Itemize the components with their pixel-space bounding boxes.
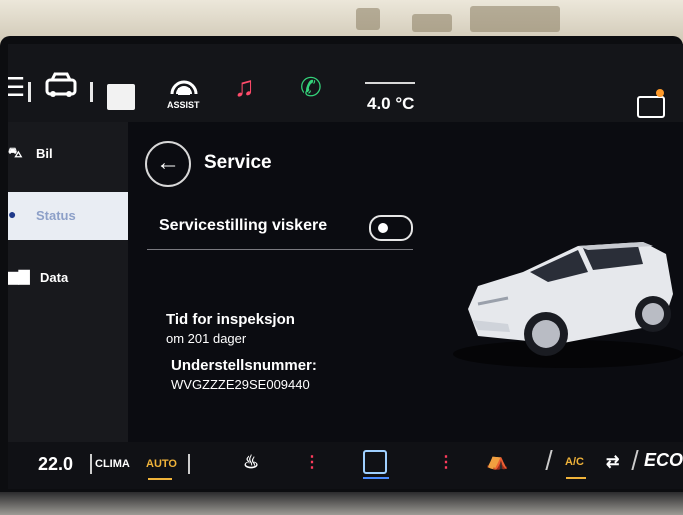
menu-icon[interactable]: ☰ <box>8 72 25 102</box>
wiper-service-toggle[interactable] <box>369 215 413 241</box>
climate-bar: 22.0 CLIMA AUTO ♨ ⋮ ⋮ ⛺ A/C ⇄ ECO <box>8 442 683 489</box>
info-icon: ● <box>8 206 17 222</box>
notification-dot <box>656 89 664 97</box>
assist-label: ASSIST <box>167 100 200 110</box>
music-note-icon[interactable]: ♫ <box>234 72 255 102</box>
wiper-service-label: Servicestilling viskere <box>159 217 328 234</box>
back-arrow-icon: ← <box>156 149 180 176</box>
sidebar-item-status[interactable]: ● Status <box>8 192 128 240</box>
inspection-value: om 201 dager <box>166 331 247 346</box>
background-object <box>356 8 380 30</box>
back-button[interactable]: ← <box>145 141 191 187</box>
sidebar: ⛍ Bil ● Status ▆▇ Data <box>8 122 128 442</box>
car-small-icon: ⛍ <box>8 144 23 160</box>
auto-active-indicator <box>148 478 172 480</box>
air-recirculation-icon[interactable]: ⇄ <box>606 452 619 472</box>
sidebar-item-label: Bil <box>36 146 53 161</box>
home-tile-icon[interactable] <box>107 84 135 110</box>
vin-value: WVGZZZE29SE009440 <box>171 377 310 392</box>
message-icon[interactable] <box>637 96 665 118</box>
sidebar-item-data[interactable]: ▆▇ Data <box>8 254 128 302</box>
vin-heading: Understellsnummer: <box>171 357 317 374</box>
outside-temperature-value: 4.0 °C <box>367 94 415 113</box>
defrost-heat-icon[interactable]: ⋮ <box>304 452 320 472</box>
infotainment-screen: ☰ ASSIST ♫ ✆ 4.0 °C ⛍ Bil ● Status ▆▇ Da… <box>8 44 683 489</box>
outside-temperature: 4.0 °C <box>361 76 421 116</box>
separator <box>28 82 31 102</box>
ac-button[interactable]: A/C <box>565 456 584 468</box>
seat-heat-left-icon[interactable]: ♨ <box>243 452 259 473</box>
dashboard-trim <box>0 492 683 515</box>
top-bar: ☰ ASSIST ♫ ✆ 4.0 °C <box>8 44 683 122</box>
assist-icon <box>170 80 198 95</box>
phone-icon[interactable]: ✆ <box>300 72 322 102</box>
rear-window-indicator <box>363 477 389 479</box>
separator <box>545 450 553 470</box>
sidebar-item-bil[interactable]: ⛍ Bil <box>8 130 128 178</box>
sidebar-item-label: Data <box>40 270 69 285</box>
separator <box>631 450 639 470</box>
separator <box>188 454 190 474</box>
separator <box>90 82 93 102</box>
sidebar-item-label: Status <box>36 208 76 223</box>
divider <box>147 249 413 250</box>
assist-button[interactable]: ASSIST <box>166 74 202 114</box>
toggle-knob <box>378 223 388 233</box>
background-object <box>470 6 560 32</box>
page-title: Service <box>204 152 272 173</box>
eco-button[interactable]: ECO <box>644 450 683 471</box>
clima-button[interactable]: CLIMA <box>95 458 130 470</box>
background-object <box>412 14 452 32</box>
auto-button[interactable]: AUTO <box>146 458 177 470</box>
ac-active-indicator <box>566 477 586 479</box>
car-icon[interactable] <box>44 72 78 106</box>
climate-temperature[interactable]: 22.0 <box>38 454 73 475</box>
defrost-rear-heat-icon[interactable]: ⋮ <box>438 452 454 472</box>
seat-heat-right-icon[interactable]: ⛺ <box>486 450 508 471</box>
rear-window-icon[interactable] <box>363 450 387 474</box>
inspection-heading: Tid for inspeksjon <box>166 311 295 328</box>
bar-chart-icon: ▆▇ <box>8 268 30 284</box>
separator <box>90 454 92 474</box>
temperature-indicator-line <box>365 82 415 84</box>
car-image <box>453 242 683 368</box>
